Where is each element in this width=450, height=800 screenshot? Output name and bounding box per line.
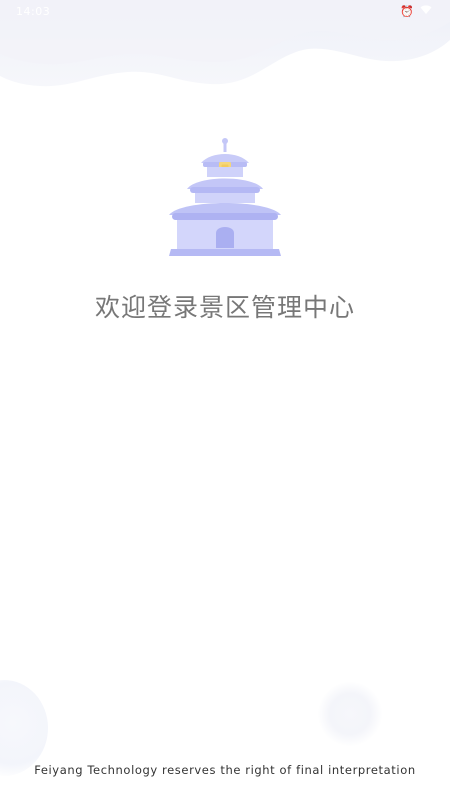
status-time: 14:03 — [16, 5, 51, 18]
splash-screen: 14:03 ⏰ 欢迎登录景区管理中心 Feiyang Technology re… — [0, 0, 450, 800]
footer-disclaimer: Feiyang Technology reserves the right of… — [34, 763, 416, 777]
decorative-circle-right — [318, 682, 382, 746]
temple-logo-icon — [169, 138, 281, 256]
status-icons: ⏰ — [400, 5, 432, 18]
wifi-icon — [420, 5, 432, 18]
alarm-icon: ⏰ — [400, 4, 414, 18]
status-bar: 14:03 ⏰ — [0, 0, 450, 24]
decorative-circle-left — [0, 680, 48, 776]
welcome-title: 欢迎登录景区管理中心 — [94, 293, 355, 322]
